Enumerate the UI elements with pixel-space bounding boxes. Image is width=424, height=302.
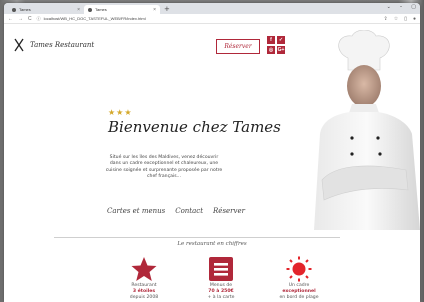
chevron-down-icon[interactable]: ⌄ (387, 4, 391, 10)
nav-link-contact[interactable]: Contact (175, 207, 203, 215)
browser-tab-2[interactable]: Tames × (84, 5, 160, 14)
menu-icon (191, 256, 251, 282)
new-tab-button[interactable]: + (160, 5, 174, 14)
facebook-icon[interactable]: f (267, 36, 275, 44)
stat-setting: Un cadre exceptionnel en bord de plage (269, 256, 329, 301)
stat-line2: depuis 2008 (129, 295, 159, 300)
url-text: localhost/WB_HC_DOC_TASTEFUL_WEB/FR/inde… (43, 16, 146, 21)
intro-text: Situé sur les îles des Maldives, venez d… (105, 155, 223, 180)
favicon-icon (12, 7, 16, 12)
browser-window: Tames × Tames × + ⌄ – ▢ ← → C ⓘ localhos… (4, 3, 420, 302)
stat-line1: Un cadre (288, 283, 310, 288)
section-title-text: Le restaurant en chiffres (172, 241, 252, 247)
favicon-icon (88, 7, 92, 12)
close-icon[interactable]: × (77, 7, 80, 13)
tab-title: Tames (95, 7, 107, 12)
star-icon (114, 256, 174, 282)
maximize-icon[interactable]: ▢ (411, 4, 416, 10)
reload-icon[interactable]: C (28, 16, 32, 22)
sidebar-icon[interactable]: ▯ (404, 16, 407, 22)
browser-tab-1[interactable]: Tames × (8, 5, 84, 14)
web-page: Tames Restaurant Réserver f ✓ ◎ G+ ★★★ B… (4, 24, 420, 302)
section-title: Le restaurant en chiffres (4, 230, 420, 249)
welcome-title: Bienvenue chez Tames (108, 118, 281, 136)
nav-link-reserve[interactable]: Réserver (213, 207, 245, 215)
forward-icon[interactable]: → (18, 16, 23, 22)
toolbar-actions: ⇪ ☆ ▯ ● (384, 16, 416, 22)
address-bar[interactable]: ⓘ localhost/WB_HC_DOC_TASTEFUL_WEB/FR/in… (37, 15, 379, 22)
browser-toolbar: ← → C ⓘ localhost/WB_HC_DOC_TASTEFUL_WEB… (4, 14, 420, 24)
tripadvisor-icon[interactable]: ✓ (277, 36, 285, 44)
google-plus-icon[interactable]: G+ (277, 46, 285, 54)
crossed-utensils-icon (14, 38, 24, 52)
stats-row: Restaurant 3 étoiles depuis 2008 Menus d… (114, 256, 344, 302)
tab-strip: Tames × Tames × + ⌄ – ▢ (4, 3, 420, 14)
brand-name: Tames Restaurant (30, 41, 95, 49)
stat-line1: Menus de (209, 283, 233, 288)
stat-line1: Restaurant (131, 283, 157, 288)
window-controls: ⌄ – ▢ (387, 4, 416, 10)
nav-link-menus[interactable]: Cartes et menus (107, 207, 165, 215)
profile-icon[interactable]: ● (413, 16, 416, 22)
stat-menus: Menus de 70 à 250€ + à la carte (191, 256, 251, 301)
bookmark-star-icon[interactable]: ☆ (394, 16, 398, 22)
info-icon[interactable]: ⓘ (37, 16, 41, 22)
social-links: f ✓ ◎ G+ (267, 36, 285, 54)
reserve-button[interactable]: Réserver (216, 39, 260, 54)
share-icon[interactable]: ⇪ (384, 16, 388, 22)
stat-line2: en bord de plage (279, 295, 319, 300)
tab-title: Tames (19, 7, 31, 12)
close-icon[interactable]: × (153, 7, 156, 13)
site-logo[interactable]: Tames Restaurant (14, 38, 94, 52)
rating-stars: ★★★ (108, 108, 133, 117)
back-icon[interactable]: ← (8, 16, 13, 22)
stat-stars: Restaurant 3 étoiles depuis 2008 (114, 256, 174, 301)
minimize-icon[interactable]: – (400, 4, 403, 10)
nav-links: Cartes et menus Contact Réserver (107, 207, 245, 215)
chef-photo (314, 30, 420, 230)
instagram-icon[interactable]: ◎ (267, 46, 275, 54)
sun-icon (269, 256, 329, 282)
stat-line2: + à la carte (207, 295, 235, 300)
